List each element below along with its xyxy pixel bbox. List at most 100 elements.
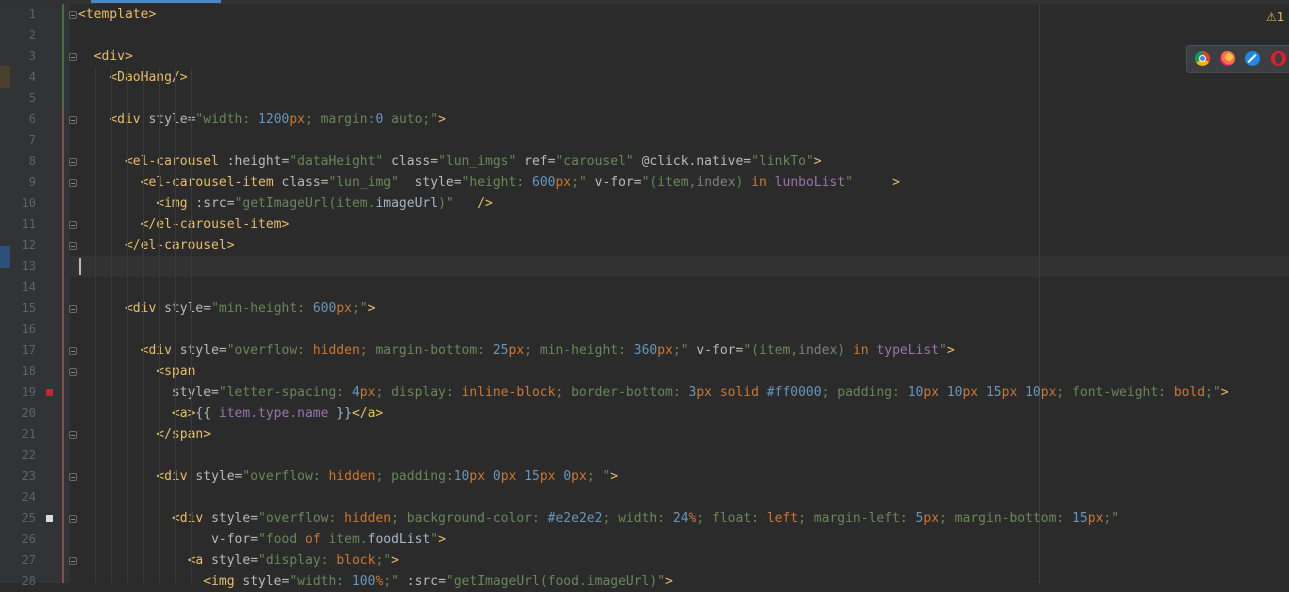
line-number: 15 xyxy=(21,301,36,315)
code-token: imageUrl xyxy=(375,196,439,211)
indent-guide xyxy=(111,67,112,583)
fold-toggle-icon[interactable] xyxy=(69,347,77,355)
strip-marker-current xyxy=(0,246,10,268)
fold-toggle-icon[interactable] xyxy=(69,53,77,61)
fold-toggle-icon[interactable] xyxy=(69,515,77,523)
code-editor[interactable]: <template> <div> <DaoHang/> <div style="… xyxy=(70,4,1289,589)
code-token: bold xyxy=(1173,385,1206,400)
code-token: <div> xyxy=(93,49,133,64)
code-token: ;" xyxy=(672,343,697,358)
line-number: 13 xyxy=(21,259,36,273)
fold-toggle-icon[interactable] xyxy=(69,158,77,166)
code-line: <el-carousel-item class="lun_img" style=… xyxy=(78,172,900,193)
code-line: style="letter-spacing: 4px; display: inl… xyxy=(78,382,1229,403)
code-token: :height= xyxy=(226,154,290,169)
line-number: 27 xyxy=(21,553,36,567)
code-token: "lun_imgs" xyxy=(438,154,525,169)
code-token: :src= xyxy=(195,196,235,211)
line-number: 10 xyxy=(21,196,36,210)
code-token: ; border-bottom: xyxy=(555,385,689,400)
line-number: 5 xyxy=(28,91,36,105)
chrome-icon[interactable] xyxy=(1195,51,1210,66)
code-token: "overflow: xyxy=(226,343,313,358)
code-line: <div style="min-height: 600px;"> xyxy=(78,298,375,319)
fold-toggle-icon[interactable] xyxy=(69,305,77,313)
code-token: lunboList xyxy=(766,175,846,190)
indent-guide xyxy=(95,67,96,583)
code-token: px xyxy=(539,469,564,484)
code-token: 25 xyxy=(492,343,509,358)
code-token: <template> xyxy=(78,7,157,22)
code-token: style= xyxy=(242,574,290,589)
code-token: typeList xyxy=(868,343,940,358)
code-token: 15 xyxy=(524,469,540,484)
code-token: "(item, xyxy=(743,343,799,358)
line-number: 6 xyxy=(28,112,36,126)
opera-icon[interactable] xyxy=(1271,51,1286,66)
code-token: 0 xyxy=(492,469,501,484)
code-token: style= xyxy=(148,112,196,127)
code-token: px xyxy=(923,511,940,526)
code-token: 15 xyxy=(985,385,1002,400)
line-number: 19 xyxy=(21,385,36,399)
code-token: "overflow: xyxy=(242,469,329,484)
code-token: px xyxy=(962,385,986,400)
code-token: "letter-spacing: xyxy=(218,385,352,400)
firefox-icon[interactable] xyxy=(1220,51,1235,66)
code-token: ; padding: xyxy=(375,469,454,484)
code-token: px xyxy=(1001,385,1026,400)
code-token: px xyxy=(923,385,947,400)
code-token: hidden xyxy=(312,343,360,358)
code-line: <img :src="getImageUrl(item.imageUrl)" /… xyxy=(78,193,493,214)
line-number: 3 xyxy=(28,49,36,63)
code-line: <div style="overflow: hidden; background… xyxy=(78,508,1119,529)
line-number: 26 xyxy=(21,532,36,546)
fold-toggle-icon[interactable] xyxy=(69,368,77,376)
fold-toggle-icon[interactable] xyxy=(69,242,77,250)
code-token: px xyxy=(359,385,376,400)
code-line: <a>{{ item.type.name }}</a> xyxy=(78,403,383,424)
code-token: "overflow: xyxy=(258,511,345,526)
fold-toggle-icon[interactable] xyxy=(69,179,77,187)
code-token: ; min-height: xyxy=(524,343,634,358)
code-token: > xyxy=(892,175,900,190)
fold-toggle-icon[interactable] xyxy=(69,557,77,565)
fold-toggle-icon[interactable] xyxy=(69,431,77,439)
code-token: px xyxy=(1040,385,1057,400)
code-token: 600 xyxy=(312,301,337,316)
line-number: 21 xyxy=(21,427,36,441)
code-token: "food xyxy=(258,532,305,547)
line-number: 8 xyxy=(28,154,36,168)
code-token: 600 xyxy=(532,175,556,190)
code-token: index xyxy=(696,175,736,190)
code-line: <div style="overflow: hidden; margin-bot… xyxy=(78,340,955,361)
code-token: </a> xyxy=(351,406,384,421)
code-token: px xyxy=(336,301,352,316)
code-token: ) xyxy=(837,343,853,358)
code-token: ; width: xyxy=(602,511,673,526)
code-token: ref= xyxy=(524,154,556,169)
fold-toggle-icon[interactable] xyxy=(69,11,77,19)
fold-toggle-icon[interactable] xyxy=(69,473,77,481)
code-line: </el-carousel-item> xyxy=(78,214,290,235)
code-token: /> xyxy=(477,196,493,211)
code-line: </el-carousel> xyxy=(78,235,235,256)
code-token: > xyxy=(1220,385,1229,400)
code-token: v-for= xyxy=(594,175,642,190)
code-token: 10 xyxy=(453,469,470,484)
vcs-modified-marker[interactable] xyxy=(62,109,64,583)
code-token: style= xyxy=(195,469,243,484)
code-token: #e2e2e2 xyxy=(547,511,603,526)
code-token: #ff0000 xyxy=(766,385,822,400)
warning-indicator[interactable]: ⚠1 xyxy=(1266,10,1284,24)
line-number: 2 xyxy=(28,28,36,42)
safari-icon[interactable] xyxy=(1245,51,1260,66)
error-marker-icon[interactable] xyxy=(46,389,53,396)
fold-toggle-icon[interactable] xyxy=(69,116,77,124)
fold-toggle-icon[interactable] xyxy=(69,221,77,229)
vcs-added-marker[interactable] xyxy=(62,4,64,109)
